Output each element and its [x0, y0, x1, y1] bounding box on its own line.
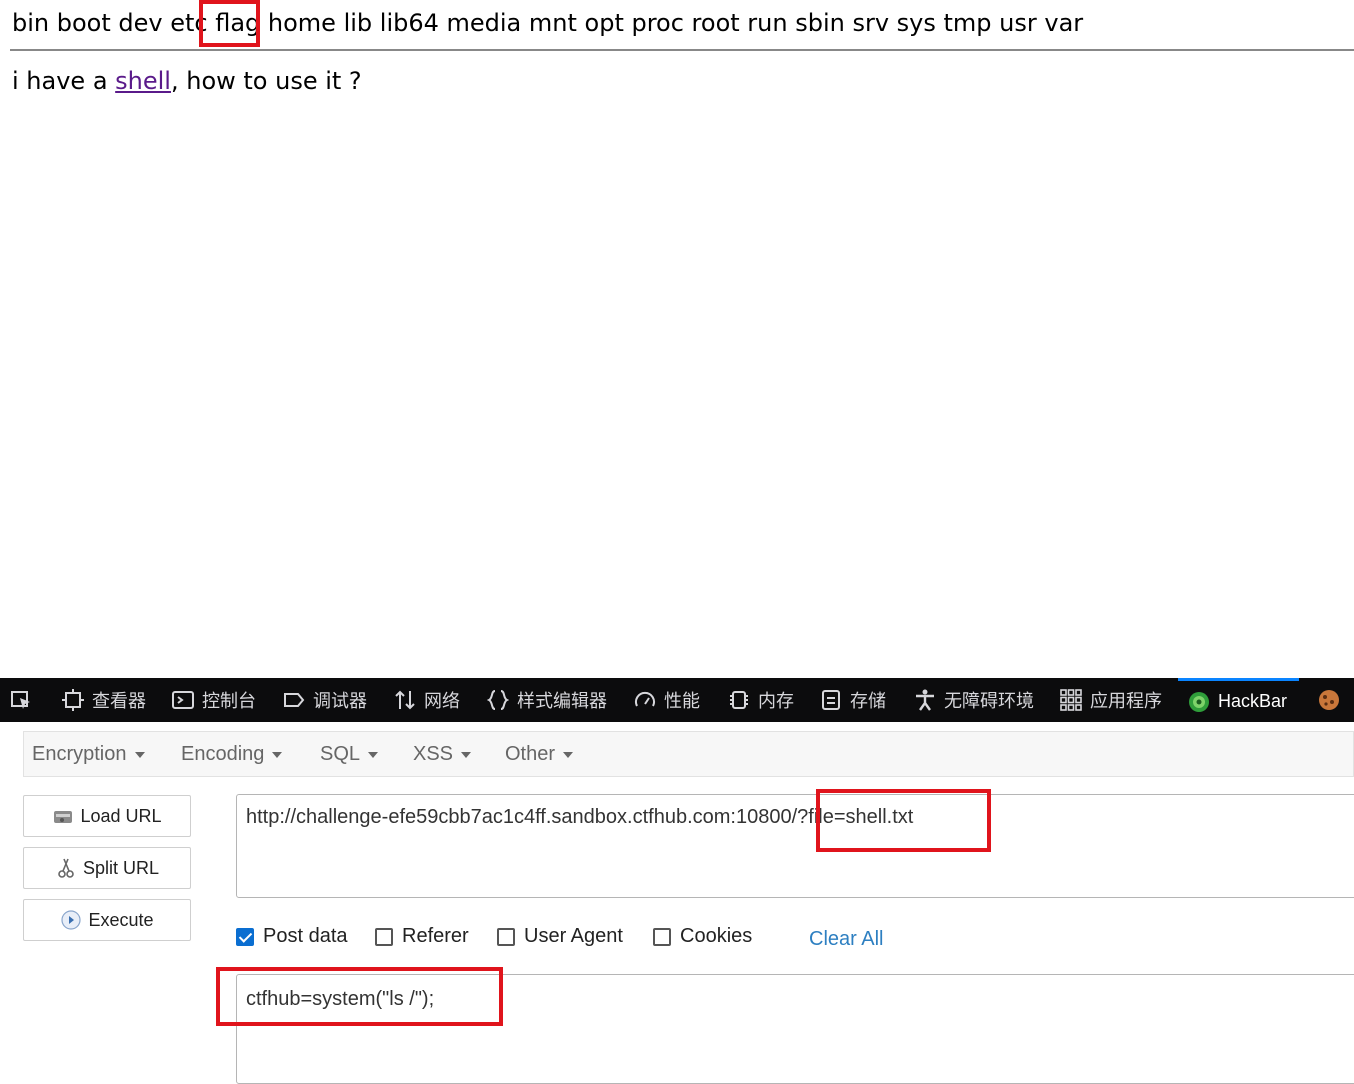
scissors-icon: [58, 858, 74, 878]
menu-encryption-label: Encryption: [32, 743, 127, 765]
split-url-button[interactable]: Split URL: [23, 847, 191, 889]
menu-sql-label: SQL: [320, 743, 361, 765]
tab-debugger[interactable]: 调试器: [283, 678, 367, 722]
cookies-label: Cookies: [680, 925, 753, 947]
tab-performance[interactable]: 性能: [634, 678, 700, 722]
tab-style-editor[interactable]: 样式编辑器: [487, 678, 607, 722]
style-editor-icon: [487, 690, 509, 710]
caret-down-icon: [461, 751, 472, 758]
execute-label: Execute: [88, 909, 154, 930]
message-line: i have a shell, how to use it ?: [12, 64, 362, 98]
element-picker-button[interactable]: [10, 678, 40, 722]
tab-network-label: 网络: [424, 691, 460, 711]
execute-button[interactable]: Execute: [23, 899, 191, 941]
tab-hackbar[interactable]: HackBar: [1178, 678, 1300, 722]
play-icon: [61, 910, 82, 930]
console-icon: [172, 691, 194, 709]
debugger-icon: [284, 693, 305, 707]
cookie-icon: [1319, 690, 1339, 710]
menu-encoding[interactable]: Encoding: [181, 732, 283, 776]
checkbox-icon: [497, 927, 515, 946]
menu-encoding-label: Encoding: [181, 743, 265, 765]
user-agent-label: User Agent: [524, 925, 623, 947]
post-data-label: Post data: [263, 925, 348, 947]
menu-xss[interactable]: XSS: [413, 732, 472, 776]
application-icon: [1060, 689, 1082, 711]
menu-sql[interactable]: SQL: [320, 732, 379, 776]
tab-accessibility[interactable]: 无障碍环境: [914, 678, 1034, 722]
tab-inspector-label: 查看器: [92, 691, 146, 711]
user-agent-checkbox[interactable]: User Agent: [497, 925, 623, 948]
load-url-button[interactable]: Load URL: [23, 795, 191, 837]
tab-inspector[interactable]: 查看器: [62, 678, 146, 722]
caret-down-icon: [134, 751, 145, 758]
menu-other-label: Other: [505, 743, 556, 765]
memory-icon: [730, 691, 748, 709]
tab-memory-label: 内存: [758, 691, 794, 711]
checkbox-checked-icon: [236, 927, 254, 946]
horizontal-rule: [10, 49, 1354, 51]
load-url-icon: [54, 811, 73, 823]
menu-encryption[interactable]: Encryption: [32, 732, 145, 776]
page-content: bin boot dev etc flag home lib lib64 med…: [0, 0, 1354, 678]
hackbar-icon: [1189, 691, 1209, 712]
accessibility-icon: [916, 689, 934, 711]
caret-down-icon: [368, 751, 379, 758]
tab-application-label: 应用程序: [1090, 691, 1162, 711]
tab-memory[interactable]: 内存: [728, 678, 794, 722]
tab-storage-label: 存储: [850, 691, 886, 711]
url-value: http://challenge-efe59cbb7ac1c4ff.sandbo…: [246, 806, 914, 828]
tab-debugger-label: 调试器: [313, 691, 367, 711]
network-icon: [395, 690, 415, 710]
flag-highlight-box: [199, 0, 260, 47]
tab-console[interactable]: 控制台: [172, 678, 256, 722]
tab-storage[interactable]: 存储: [820, 678, 886, 722]
message-prefix: i have a: [12, 67, 116, 95]
hackbar-menu: Encryption Encoding SQL XSS Other: [23, 731, 1354, 777]
caret-down-icon: [272, 751, 283, 758]
load-url-label: Load URL: [80, 805, 162, 826]
checkbox-icon: [375, 927, 393, 946]
menu-xss-label: XSS: [413, 743, 454, 765]
caret-down-icon: [563, 751, 574, 758]
element-picker-icon: [11, 691, 30, 709]
tab-cookie-extension[interactable]: [1318, 678, 1348, 722]
tab-application[interactable]: 应用程序: [1060, 678, 1162, 722]
tab-performance-label: 性能: [664, 691, 700, 711]
inspector-icon: [62, 689, 84, 711]
hackbar-panel: Encryption Encoding SQL XSS Other Load U…: [0, 722, 1354, 1084]
referer-label: Referer: [402, 925, 469, 947]
clear-all-link[interactable]: Clear All: [809, 925, 883, 953]
shell-link[interactable]: shell: [115, 67, 171, 95]
directory-listing: bin boot dev etc flag home lib lib64 med…: [12, 9, 1084, 37]
performance-icon: [635, 691, 655, 707]
split-url-label: Split URL: [82, 857, 160, 878]
checkbox-icon: [653, 927, 671, 946]
devtools-toolbar: 查看器 控制台 调试器 网络 样式编辑器 性能 内存 存储 无障碍环境 应用程序…: [0, 678, 1354, 722]
menu-other[interactable]: Other: [505, 732, 574, 776]
storage-icon: [822, 690, 840, 710]
tab-accessibility-label: 无障碍环境: [944, 691, 1034, 711]
tab-hackbar-label: HackBar: [1218, 691, 1288, 711]
referer-checkbox[interactable]: Referer: [375, 925, 469, 948]
tab-console-label: 控制台: [202, 691, 256, 711]
message-suffix: , how to use it ?: [170, 67, 362, 95]
tab-style-editor-label: 样式编辑器: [517, 691, 607, 711]
post-data-highlight-box: [216, 967, 503, 1026]
cookies-checkbox[interactable]: Cookies: [653, 925, 752, 948]
post-data-checkbox[interactable]: Post data: [236, 925, 348, 948]
url-param-highlight-box: [816, 789, 991, 852]
tab-network[interactable]: 网络: [394, 678, 460, 722]
